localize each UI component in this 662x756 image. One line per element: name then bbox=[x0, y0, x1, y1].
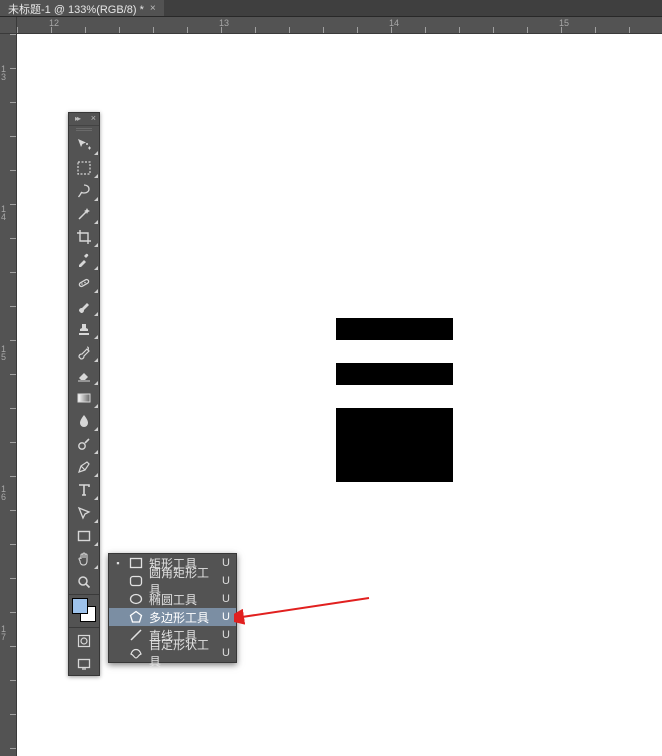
canvas-shape[interactable] bbox=[336, 363, 453, 385]
flyout-item-label: 自定形状工具 bbox=[149, 636, 216, 670]
quick-mask-toggle[interactable] bbox=[69, 629, 99, 652]
canvas-shape[interactable] bbox=[336, 408, 453, 482]
flyout-item-shortcut: U bbox=[222, 647, 230, 659]
healing-brush-tool[interactable] bbox=[69, 271, 99, 294]
flyout-indicator-icon bbox=[94, 427, 98, 431]
custom-icon bbox=[129, 646, 143, 660]
panel-grip[interactable] bbox=[69, 126, 99, 133]
flyout-item-shortcut: U bbox=[222, 575, 230, 587]
flyout-indicator-icon bbox=[94, 151, 98, 155]
marquee-tool[interactable] bbox=[69, 156, 99, 179]
flyout-indicator-icon bbox=[94, 565, 98, 569]
ruler-vertical[interactable]: 1314151617 bbox=[0, 34, 17, 756]
flyout-indicator-icon bbox=[94, 243, 98, 247]
flyout-item-label: 椭圆工具 bbox=[149, 591, 216, 608]
foreground-color-swatch[interactable] bbox=[72, 598, 88, 614]
eraser-tool[interactable] bbox=[69, 363, 99, 386]
close-icon[interactable]: × bbox=[150, 3, 156, 14]
flyout-item-polygon[interactable]: 多边形工具 U bbox=[109, 608, 236, 626]
flyout-indicator-icon bbox=[94, 266, 98, 270]
flyout-indicator-icon bbox=[94, 197, 98, 201]
flyout-indicator-icon bbox=[94, 496, 98, 500]
canvas-shape[interactable] bbox=[336, 318, 453, 340]
color-swatches[interactable] bbox=[72, 598, 96, 622]
flyout-indicator-icon bbox=[94, 174, 98, 178]
tools-panel: ▸▸ × bbox=[68, 112, 100, 676]
close-icon[interactable]: × bbox=[91, 113, 96, 123]
flyout-indicator-icon bbox=[94, 220, 98, 224]
document-tab[interactable]: 未标题-1 @ 133%(RGB/8) * × bbox=[0, 0, 164, 16]
flyout-item-shortcut: U bbox=[222, 593, 230, 605]
flyout-item-shortcut: U bbox=[222, 629, 230, 641]
document-tab-bar: 未标题-1 @ 133%(RGB/8) * × bbox=[0, 0, 662, 17]
flyout-item-label: 多边形工具 bbox=[149, 609, 216, 626]
flyout-item-ellipse[interactable]: 椭圆工具 U bbox=[109, 590, 236, 608]
flyout-indicator-icon bbox=[94, 289, 98, 293]
shape-tool-flyout: ▪矩形工具U圆角矩形工具U椭圆工具U多边形工具U直线工具U自定形状工具U bbox=[108, 553, 237, 663]
magic-wand-tool[interactable] bbox=[69, 202, 99, 225]
collapse-icon[interactable]: ▸▸ bbox=[75, 114, 79, 123]
flyout-item-shortcut: U bbox=[222, 557, 230, 569]
flyout-indicator-icon bbox=[94, 542, 98, 546]
flyout-indicator-icon bbox=[94, 404, 98, 408]
document-tab-title: 未标题-1 @ 133%(RGB/8) * bbox=[8, 1, 144, 17]
type-tool[interactable] bbox=[69, 478, 99, 501]
blur-tool[interactable] bbox=[69, 409, 99, 432]
rect-icon bbox=[129, 556, 143, 570]
gradient-tool[interactable] bbox=[69, 386, 99, 409]
screen-mode-toggle[interactable] bbox=[69, 652, 99, 675]
flyout-indicator-icon bbox=[94, 519, 98, 523]
clone-stamp-tool[interactable] bbox=[69, 317, 99, 340]
round-rect-icon bbox=[129, 574, 143, 588]
flyout-indicator-icon bbox=[94, 335, 98, 339]
rectangle-tool[interactable] bbox=[69, 524, 99, 547]
polygon-icon bbox=[129, 610, 143, 624]
path-selection-tool[interactable] bbox=[69, 501, 99, 524]
flyout-item-round-rect[interactable]: 圆角矩形工具U bbox=[109, 572, 236, 590]
brush-tool[interactable] bbox=[69, 294, 99, 317]
hand-tool[interactable] bbox=[69, 547, 99, 570]
flyout-item-custom[interactable]: 自定形状工具U bbox=[109, 644, 236, 662]
panel-header[interactable]: ▸▸ × bbox=[69, 113, 99, 126]
flyout-indicator-icon bbox=[94, 450, 98, 454]
flyout-indicator-icon bbox=[94, 358, 98, 362]
dodge-tool[interactable] bbox=[69, 432, 99, 455]
crop-tool[interactable] bbox=[69, 225, 99, 248]
active-indicator-icon: ▪ bbox=[113, 558, 123, 568]
ellipse-icon bbox=[129, 592, 143, 606]
flyout-indicator-icon bbox=[94, 312, 98, 316]
lasso-tool[interactable] bbox=[69, 179, 99, 202]
move-tool[interactable] bbox=[69, 133, 99, 156]
history-brush-tool[interactable] bbox=[69, 340, 99, 363]
pen-tool[interactable] bbox=[69, 455, 99, 478]
flyout-indicator-icon bbox=[94, 473, 98, 477]
ruler-corner bbox=[0, 17, 17, 34]
ruler-horizontal[interactable]: 12131415 bbox=[17, 17, 662, 34]
flyout-indicator-icon bbox=[94, 381, 98, 385]
eyedropper-tool[interactable] bbox=[69, 248, 99, 271]
line-icon bbox=[129, 628, 143, 642]
zoom-tool[interactable] bbox=[69, 570, 99, 593]
flyout-item-shortcut: U bbox=[222, 611, 230, 623]
